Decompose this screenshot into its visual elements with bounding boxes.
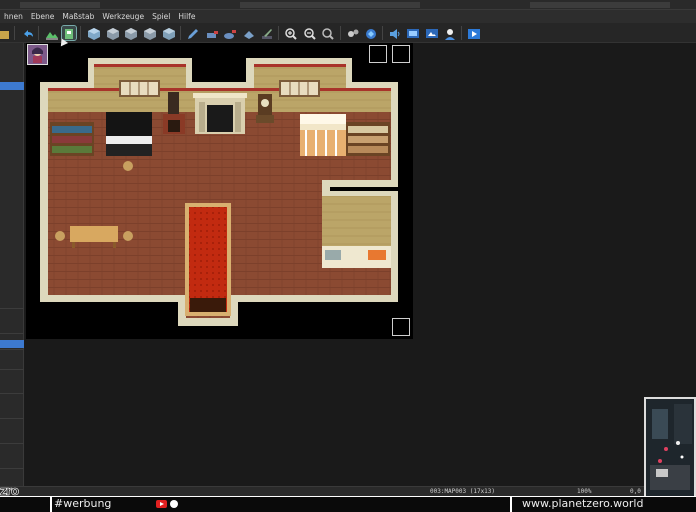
rectangle-icon[interactable] bbox=[205, 26, 219, 40]
statusbar: 003:MAP003 (17x13) 100% 0,0 bbox=[0, 486, 696, 496]
map-canvas[interactable] bbox=[26, 43, 413, 339]
youtube-icon bbox=[156, 500, 167, 508]
open-folder-icon[interactable] bbox=[0, 26, 14, 40]
menu-item-layer[interactable]: Ebene bbox=[27, 12, 58, 21]
playtest-icon[interactable] bbox=[467, 26, 481, 40]
undo-icon[interactable] bbox=[21, 26, 35, 40]
event-slot[interactable] bbox=[392, 318, 410, 336]
character-generator-icon[interactable] bbox=[425, 26, 439, 40]
block-5-icon[interactable] bbox=[162, 26, 176, 40]
zoom-reset-icon[interactable] bbox=[321, 26, 335, 40]
menu-item-game[interactable]: Spiel bbox=[148, 12, 174, 21]
event-slot[interactable] bbox=[369, 45, 387, 63]
event-search-icon[interactable] bbox=[406, 26, 420, 40]
ellipse-icon[interactable] bbox=[223, 26, 237, 40]
zoom-in-icon[interactable] bbox=[284, 26, 298, 40]
database-icon[interactable] bbox=[346, 26, 360, 40]
block-2-icon[interactable] bbox=[106, 26, 120, 40]
zoom-out-icon[interactable] bbox=[303, 26, 317, 40]
info-icon bbox=[170, 500, 178, 508]
zoom-status: 100% bbox=[577, 488, 592, 495]
menu-item-help[interactable]: Hilfe bbox=[174, 12, 199, 21]
map-list-item-selected[interactable] bbox=[0, 340, 24, 348]
user-icon[interactable] bbox=[443, 26, 457, 40]
menu-item-tools[interactable]: Werkzeuge bbox=[98, 12, 148, 21]
event-slot[interactable] bbox=[392, 45, 410, 63]
resource-manager-icon[interactable] bbox=[364, 26, 378, 40]
menu-item-file[interactable]: hnen bbox=[0, 12, 27, 21]
block-3-icon[interactable] bbox=[124, 26, 138, 40]
fill-icon[interactable] bbox=[242, 26, 256, 40]
channel-logo: zro bbox=[0, 484, 19, 499]
left-panel[interactable] bbox=[0, 43, 24, 486]
shadow-pen-icon[interactable] bbox=[260, 26, 274, 40]
sound-test-icon[interactable] bbox=[388, 26, 402, 40]
pencil-icon[interactable] bbox=[186, 26, 200, 40]
map-name-status: 003:MAP003 (17x13) bbox=[430, 488, 496, 495]
coords-status: 0,0 bbox=[630, 488, 641, 495]
app-window: hnen Ebene Maßstab Werkzeuge Spiel Hilfe bbox=[0, 0, 696, 512]
hashtag-box bbox=[50, 496, 510, 512]
block-1-icon[interactable] bbox=[87, 26, 101, 40]
layer-map-icon[interactable] bbox=[45, 26, 59, 40]
player-start-avatar[interactable] bbox=[27, 44, 48, 65]
toolbar bbox=[0, 23, 696, 43]
window-top-strip bbox=[0, 0, 696, 10]
webcam-overlay bbox=[644, 397, 696, 498]
tileset-tab-selected[interactable] bbox=[0, 82, 24, 90]
website-url: www.planetzero.world bbox=[522, 497, 644, 510]
hashtag-text: #werbung bbox=[54, 497, 112, 510]
menu-item-scale[interactable]: Maßstab bbox=[58, 12, 98, 21]
block-4-icon[interactable] bbox=[143, 26, 157, 40]
menubar: hnen Ebene Maßstab Werkzeuge Spiel Hilfe bbox=[0, 10, 696, 23]
